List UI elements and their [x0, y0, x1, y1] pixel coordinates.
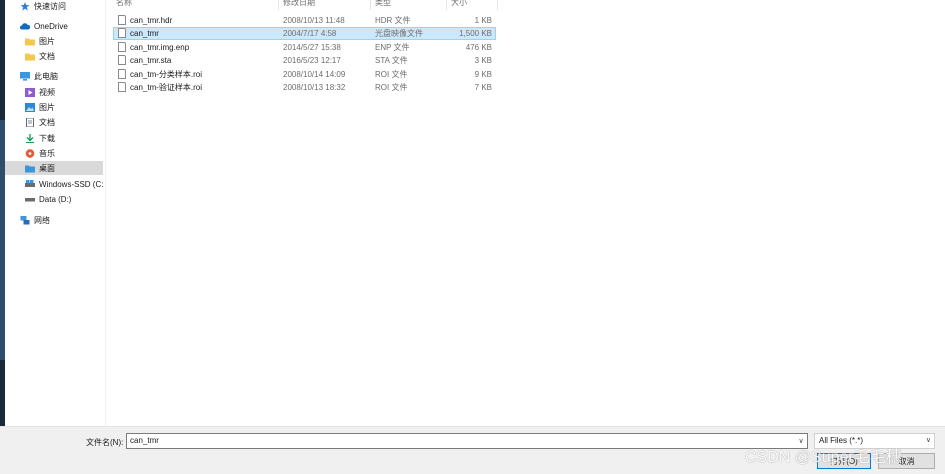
nav-item-label: 图片 — [39, 102, 55, 112]
nav-item-onedrive-documents[interactable]: 文档 — [25, 49, 105, 63]
file-icon — [118, 15, 126, 25]
network-icon — [20, 215, 30, 225]
table-row[interactable]: can_tmr.img.enp 2014/5/27 15:38 ENP 文件 4… — [113, 41, 496, 54]
file-list: 名称 修改日期 类型 大小 can_tmr.hdr 2008/10/13 11:… — [106, 0, 945, 426]
column-header-name[interactable]: 名称 — [116, 0, 132, 8]
column-header-type[interactable]: 类型 — [375, 0, 391, 8]
nav-item-videos[interactable]: 视频 — [25, 85, 105, 99]
filename-label: 文件名(N): — [86, 438, 124, 447]
nav-item-onedrive[interactable]: OneDrive — [20, 19, 105, 33]
nav-item-label: 此电脑 — [34, 71, 58, 81]
computer-icon — [20, 71, 30, 81]
nav-item-downloads[interactable]: 下载 — [25, 131, 105, 145]
drive-icon — [25, 195, 35, 204]
column-separator[interactable] — [370, 0, 371, 10]
nav-item-music[interactable]: 音乐 — [25, 146, 105, 160]
nav-item-label: 文档 — [39, 117, 55, 127]
nav-item-data-drive[interactable]: Data (D:) — [25, 192, 105, 206]
file-modified: 2016/5/23 12:17 — [283, 56, 341, 65]
folder-icon — [25, 37, 35, 46]
file-name: can_tm-验证样本.roi — [130, 83, 203, 92]
file-modified: 2008/10/13 11:48 — [283, 16, 345, 25]
nav-item-this-pc[interactable]: 此电脑 — [20, 69, 105, 83]
file-size: 1 KB — [474, 16, 492, 25]
file-icon — [118, 55, 126, 65]
nav-item-onedrive-pictures[interactable]: 图片 — [25, 34, 105, 48]
nav-item-label: 快速访问 — [34, 1, 66, 11]
chevron-down-icon: ∨ — [925, 437, 931, 444]
file-size: 7 KB — [474, 83, 492, 92]
column-header-modified[interactable]: 修改日期 — [283, 0, 315, 8]
file-type: HDR 文件 — [375, 16, 411, 25]
column-header-size[interactable]: 大小 — [451, 0, 467, 8]
nav-item-label: 下载 — [39, 133, 55, 143]
navigation-pane: 快速访问 OneDrive 图片 文档 此电脑 视频 图片 文档 下载 音乐 桌… — [5, 0, 105, 426]
file-name: can_tm-分类样本.roi — [130, 70, 203, 79]
video-icon — [25, 87, 35, 97]
document-icon — [25, 117, 35, 127]
file-size: 9 KB — [474, 70, 492, 79]
disc-image-file-icon — [118, 28, 126, 38]
file-type: ROI 文件 — [375, 70, 408, 79]
file-size: 3 KB — [474, 56, 492, 65]
nav-item-pictures[interactable]: 图片 — [25, 100, 105, 114]
nav-item-label: Windows-SSD (C: — [39, 179, 104, 189]
nav-item-documents[interactable]: 文档 — [25, 115, 105, 129]
file-icon — [118, 69, 126, 79]
filename-input[interactable]: can_tmr — [126, 433, 808, 449]
file-icon — [118, 42, 126, 52]
nav-item-label: 图片 — [39, 36, 55, 46]
download-arrow-icon — [25, 133, 35, 143]
column-separator[interactable] — [278, 0, 279, 10]
nav-item-label: Data (D:) — [39, 194, 72, 204]
file-type: ENP 文件 — [375, 43, 410, 52]
file-name: can_tmr.hdr — [130, 16, 173, 25]
nav-item-desktop[interactable]: 桌面 — [5, 161, 103, 175]
nav-item-windows-ssd[interactable]: Windows-SSD (C: — [25, 177, 105, 191]
column-separator[interactable] — [497, 0, 498, 10]
nav-item-label: 桌面 — [39, 163, 55, 173]
music-icon — [25, 148, 35, 158]
nav-item-quick-access[interactable]: 快速访问 — [20, 0, 105, 13]
file-modified: 2004/7/17 4:58 — [283, 29, 337, 38]
table-row[interactable]: can_tm-分类样本.roi 2008/10/14 14:09 ROI 文件 … — [113, 68, 496, 81]
table-row[interactable]: can_tmr.hdr 2008/10/13 11:48 HDR 文件 1 KB — [113, 14, 496, 27]
folder-icon — [25, 52, 35, 61]
table-row[interactable]: can_tm-验证样本.roi 2008/10/13 18:32 ROI 文件 … — [113, 81, 496, 94]
cloud-icon — [20, 22, 31, 31]
file-type: ROI 文件 — [375, 83, 408, 92]
nav-item-label: OneDrive — [34, 21, 68, 31]
nav-item-network[interactable]: 网络 — [20, 213, 105, 227]
file-type: STA 文件 — [375, 56, 408, 65]
star-icon — [20, 1, 30, 11]
watermark-text: CSDN @Super毛毛穗 — [745, 449, 902, 466]
table-row[interactable]: can_tmr.sta 2016/5/23 12:17 STA 文件 3 KB — [113, 54, 496, 67]
file-name: can_tmr.img.enp — [130, 43, 190, 52]
file-type: 光盘映像文件 — [375, 29, 423, 38]
nav-item-label: 网络 — [34, 215, 50, 225]
table-row-selected[interactable]: can_tmr 2004/7/17 4:58 光盘映像文件 1,500 KB — [113, 27, 496, 40]
file-modified: 2008/10/13 18:32 — [283, 83, 346, 92]
drive-icon — [25, 179, 35, 189]
file-size: 1,500 KB — [459, 29, 492, 38]
column-separator[interactable] — [446, 0, 447, 10]
picture-icon — [25, 102, 35, 112]
file-modified: 2008/10/14 14:09 — [283, 70, 346, 79]
file-name: can_tmr — [130, 29, 159, 38]
file-modified: 2014/5/27 15:38 — [283, 43, 341, 52]
nav-item-label: 音乐 — [39, 148, 55, 158]
nav-item-label: 文档 — [39, 51, 55, 61]
file-size: 476 KB — [465, 43, 492, 52]
file-icon — [118, 82, 126, 92]
nav-item-label: 视频 — [39, 87, 55, 97]
desktop-folder-icon — [25, 164, 35, 173]
file-name: can_tmr.sta — [130, 56, 172, 65]
